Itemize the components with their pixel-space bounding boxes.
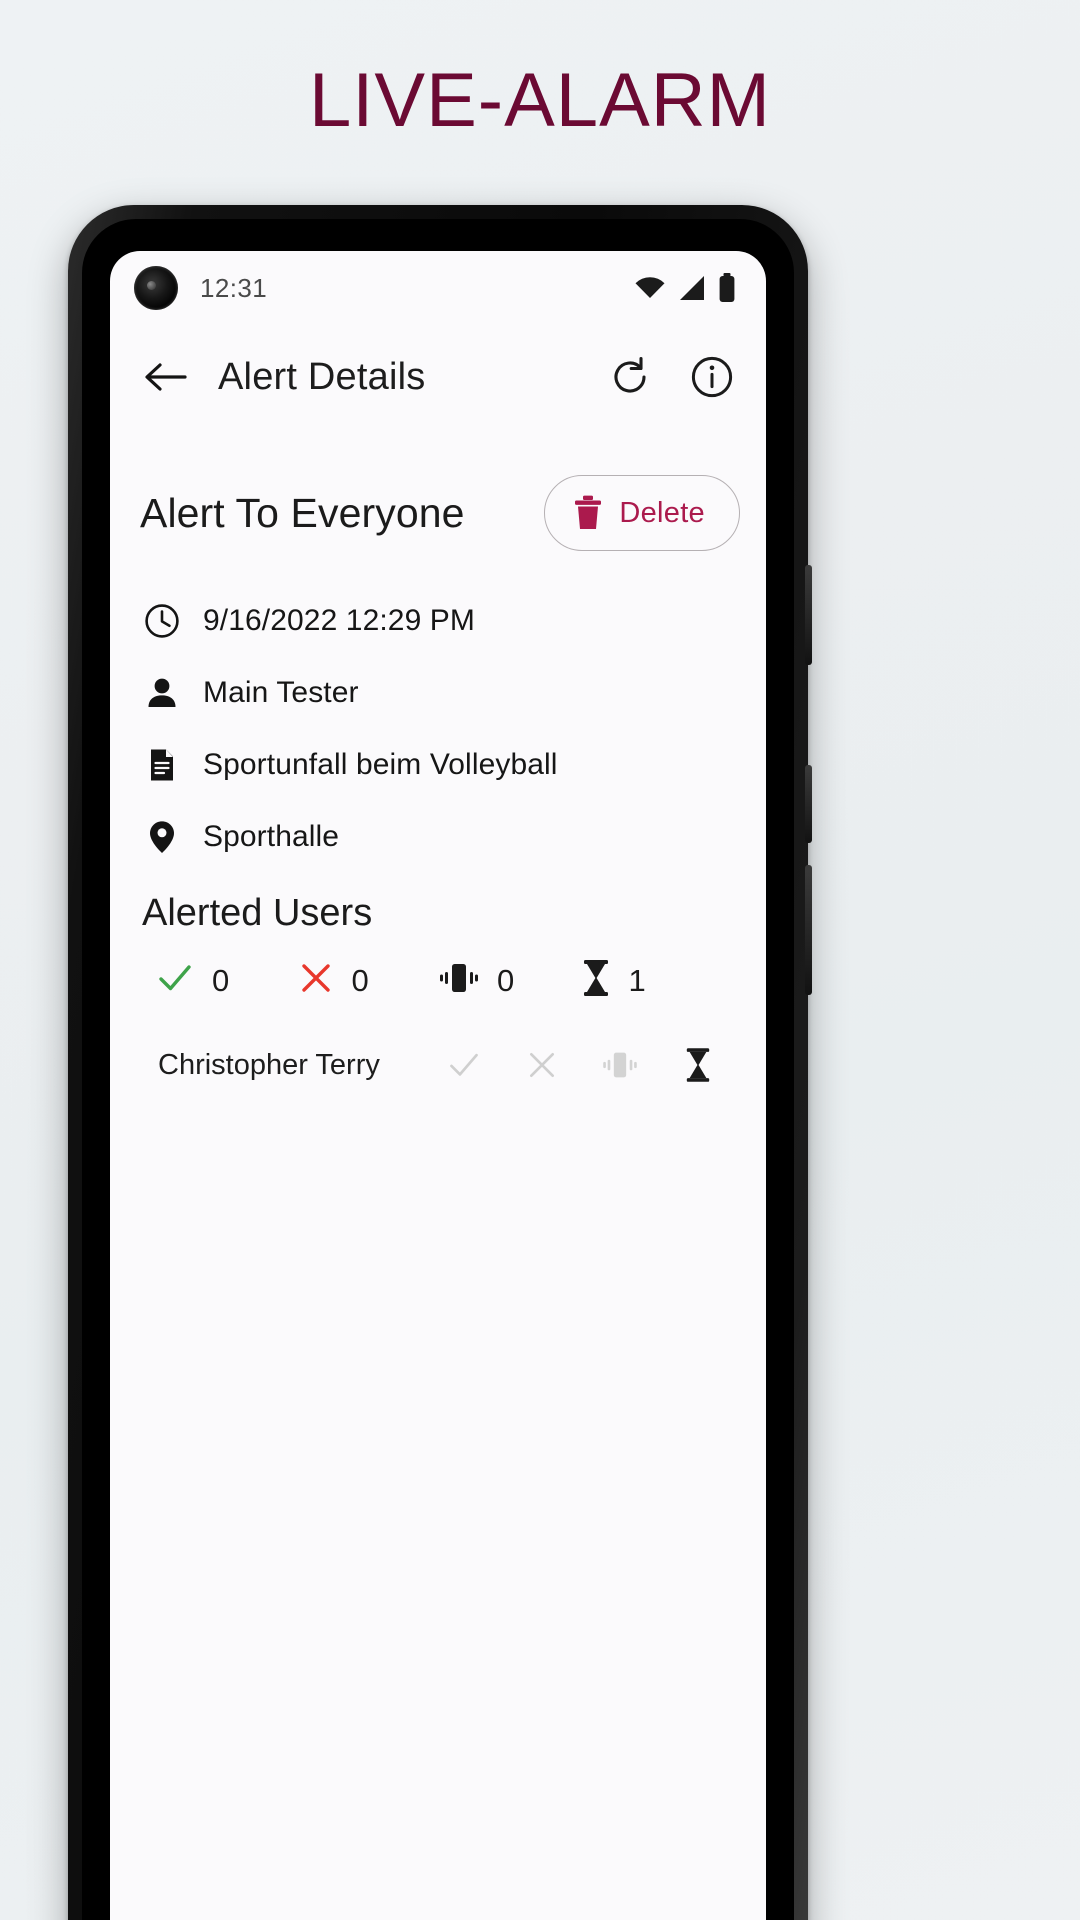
document-icon bbox=[142, 747, 182, 783]
battery-icon bbox=[718, 273, 736, 303]
alert-detail-list: 9/16/2022 12:29 PM Main Tester Sportunfa… bbox=[136, 593, 740, 864]
trash-icon bbox=[575, 495, 602, 529]
counter-notified: 0 bbox=[439, 961, 581, 1000]
cell-signal-icon bbox=[678, 275, 706, 301]
phone-device-frame: 12:31 Alert Details Alert To Everyone De… bbox=[68, 205, 812, 1920]
detail-row-location: Sporthalle bbox=[142, 809, 740, 864]
user-name: Christopher Terry bbox=[158, 1048, 380, 1081]
status-bar: 12:31 bbox=[110, 251, 766, 325]
delete-button[interactable]: Delete bbox=[544, 475, 740, 551]
table-row[interactable]: Christopher Terry bbox=[136, 1034, 740, 1096]
clock-icon bbox=[142, 603, 182, 639]
detail-row-datetime: 9/16/2022 12:29 PM bbox=[142, 593, 740, 648]
detail-text-person: Main Tester bbox=[203, 675, 359, 709]
user-state-icons bbox=[444, 1047, 718, 1083]
counter-accepted: 0 bbox=[156, 959, 298, 1002]
volume-up-button[interactable] bbox=[805, 765, 812, 843]
app-bar: Alert Details bbox=[110, 325, 766, 429]
hourglass-icon bbox=[581, 959, 611, 1002]
page-title: LIVE-ALARM bbox=[309, 57, 771, 143]
counter-declined: 0 bbox=[298, 960, 440, 1001]
app-bar-title: Alert Details bbox=[218, 355, 426, 398]
person-icon bbox=[142, 675, 182, 711]
detail-text-datetime: 9/16/2022 12:29 PM bbox=[203, 603, 476, 637]
detail-text-location: Sporthalle bbox=[203, 819, 340, 853]
volume-down-button[interactable] bbox=[805, 865, 812, 995]
refresh-button[interactable] bbox=[602, 349, 658, 405]
phone-screen: 12:31 Alert Details Alert To Everyone De… bbox=[110, 251, 766, 1920]
detail-row-person: Main Tester bbox=[142, 665, 740, 720]
counter-value-notified: 0 bbox=[497, 962, 515, 998]
alert-name: Alert To Everyone bbox=[140, 489, 465, 536]
arrow-left-icon bbox=[145, 363, 187, 391]
front-camera-icon bbox=[134, 266, 178, 310]
page-banner: LIVE-ALARM bbox=[0, 0, 1080, 200]
vibrate-icon bbox=[600, 1050, 640, 1080]
app-bar-actions bbox=[602, 349, 740, 405]
refresh-icon bbox=[614, 356, 646, 393]
counter-value-declined: 0 bbox=[351, 962, 369, 998]
info-button[interactable] bbox=[684, 349, 740, 405]
vibrate-icon bbox=[439, 961, 479, 1000]
hourglass-icon bbox=[678, 1047, 718, 1083]
counter-value-accepted: 0 bbox=[212, 962, 230, 998]
alerted-users-counters: 0 0 0 1 bbox=[136, 959, 740, 1002]
cross-icon bbox=[522, 1049, 562, 1081]
counter-pending: 1 bbox=[581, 959, 723, 1002]
detail-row-description: Sportunfall beim Volleyball bbox=[142, 737, 740, 792]
back-button[interactable] bbox=[134, 346, 196, 408]
check-icon bbox=[444, 1048, 484, 1082]
delete-button-label: Delete bbox=[619, 496, 705, 529]
power-button[interactable] bbox=[805, 565, 812, 665]
status-bar-icons bbox=[634, 273, 736, 303]
alert-header: Alert To Everyone Delete bbox=[136, 475, 740, 551]
alerted-users-title: Alerted Users bbox=[142, 892, 373, 934]
detail-text-description: Sportunfall beim Volleyball bbox=[203, 747, 558, 781]
device-bezel: 12:31 Alert Details Alert To Everyone De… bbox=[82, 219, 794, 1920]
location-pin-icon bbox=[142, 819, 182, 855]
info-icon bbox=[691, 356, 733, 398]
cross-icon bbox=[298, 960, 334, 1001]
check-icon bbox=[156, 959, 194, 1002]
counter-value-pending: 1 bbox=[628, 962, 646, 998]
alert-details-content: Alert To Everyone Delete 9/16/2022 12:29… bbox=[110, 475, 766, 1096]
status-bar-clock: 12:31 bbox=[200, 272, 268, 303]
wifi-icon bbox=[634, 276, 666, 300]
